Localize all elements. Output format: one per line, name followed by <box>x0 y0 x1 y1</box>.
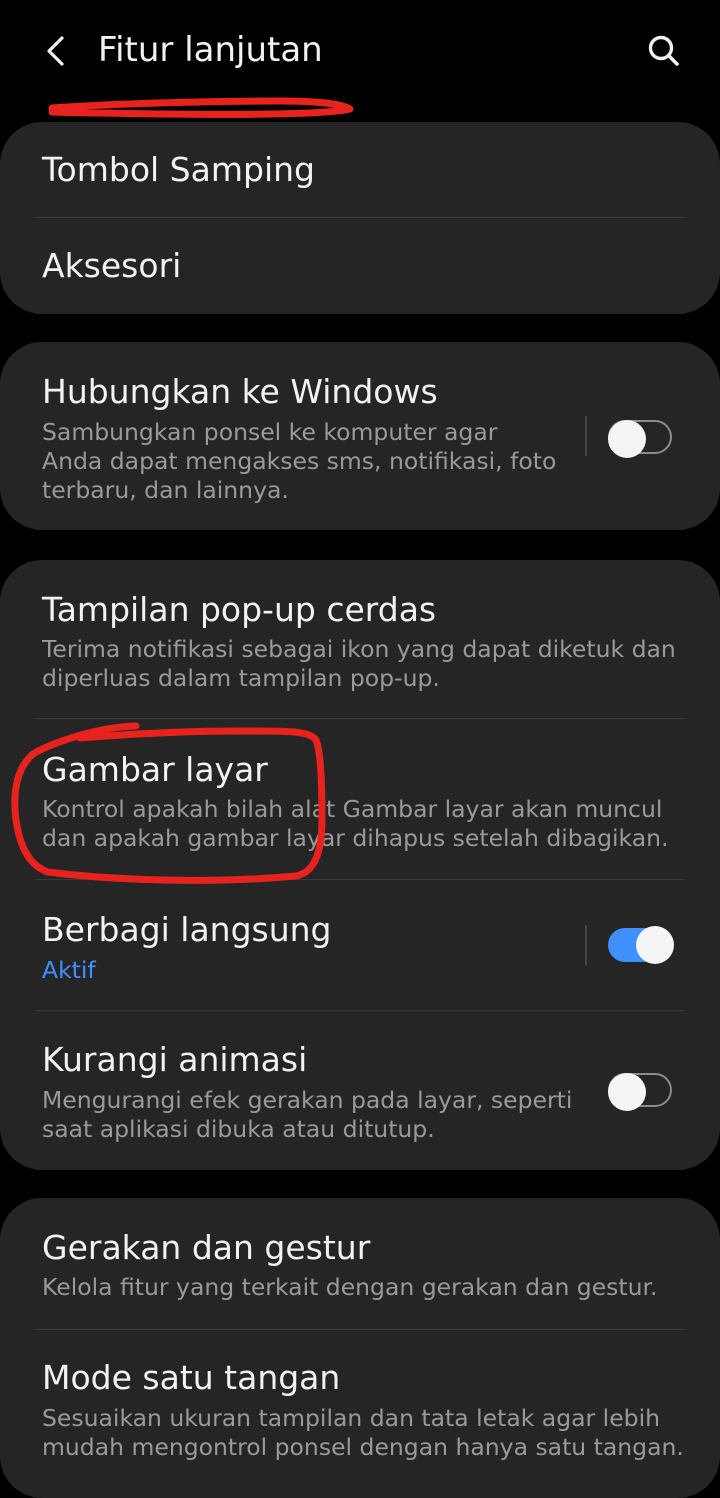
item-title: Kurangi animasi <box>42 1040 308 1079</box>
separator <box>585 925 587 965</box>
item-title: Gerakan dan gestur <box>42 1228 371 1267</box>
list-item-tampilan-pop-up-cerdas[interactable]: Tampilan pop-up cerdas Terima notifikasi… <box>0 560 720 718</box>
back-button[interactable] <box>32 26 80 76</box>
status-text: Aktif <box>42 956 96 984</box>
app-bar: Fitur lanjutan <box>0 0 720 112</box>
hubungkan-ke-windows-toggle[interactable] <box>608 420 672 458</box>
item-title: Aksesori <box>42 246 182 285</box>
list-item-tombol-samping[interactable]: Tombol Samping <box>0 122 720 218</box>
settings-group-3: Tampilan pop-up cerdas Terima notifikasi… <box>0 560 720 1170</box>
item-title: Hubungkan ke Windows <box>42 372 438 411</box>
berbagi-langsung-toggle[interactable] <box>608 926 674 964</box>
list-item-aksesori[interactable]: Aksesori <box>0 218 720 314</box>
item-description: Kontrol apakah bilah alat Gambar layar a… <box>42 795 669 852</box>
kurangi-animasi-toggle[interactable] <box>608 1073 672 1111</box>
list-item-kurangi-animasi[interactable]: Kurangi animasi Mengurangi efek gerakan … <box>0 1011 720 1170</box>
toggle-knob <box>608 1073 646 1111</box>
chevron-left-icon <box>47 36 64 66</box>
item-description: Sambungkan ponsel ke komputer agar Anda … <box>42 418 557 504</box>
item-title: Tampilan pop-up cerdas <box>42 590 437 629</box>
toggle-knob <box>636 926 674 964</box>
item-description: Kelola fitur yang terkait dengan gerakan… <box>42 1273 658 1301</box>
item-title: Gambar layar <box>42 750 268 789</box>
settings-group-4: Gerakan dan gestur Kelola fitur yang ter… <box>0 1198 720 1498</box>
list-item-hubungkan-ke-windows[interactable]: Hubungkan ke Windows Sambungkan ponsel k… <box>0 342 720 530</box>
item-title: Mode satu tangan <box>42 1358 341 1397</box>
item-description: Terima notifikasi sebagai ikon yang dapa… <box>42 635 676 692</box>
search-icon <box>648 35 679 66</box>
settings-group-1: Tombol Samping Aksesori <box>0 122 720 314</box>
item-title: Berbagi langsung <box>42 910 332 949</box>
page-title: Fitur lanjutan <box>98 30 323 70</box>
toggle-knob <box>608 420 646 458</box>
separator <box>585 416 587 456</box>
list-item-gerakan-dan-gestur[interactable]: Gerakan dan gestur Kelola fitur yang ter… <box>0 1198 720 1328</box>
list-item-gambar-layar[interactable]: Gambar layar Kontrol apakah bilah alat G… <box>0 719 720 879</box>
search-button[interactable] <box>638 26 690 78</box>
item-description: Mengurangi efek gerakan pada layar, sepe… <box>42 1086 573 1143</box>
list-item-mode-satu-tangan[interactable]: Mode satu tangan Sesuaikan ukuran tampil… <box>0 1330 720 1498</box>
item-title: Tombol Samping <box>42 150 315 189</box>
item-description: Sesuaikan ukuran tampilan dan tata letak… <box>42 1404 684 1461</box>
list-item-berbagi-langsung[interactable]: Berbagi langsung Aktif <box>0 880 720 1010</box>
settings-group-2: Hubungkan ke Windows Sambungkan ponsel k… <box>0 342 720 530</box>
